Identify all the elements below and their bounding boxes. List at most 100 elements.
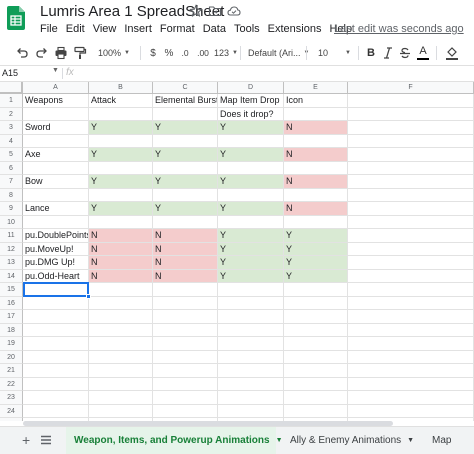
row-header[interactable]: 3 [0, 121, 23, 135]
cell-e19[interactable] [284, 337, 348, 351]
cell-e12[interactable]: Y [284, 242, 348, 256]
cell-b19[interactable] [89, 337, 153, 351]
cell-a10[interactable] [23, 215, 89, 229]
menu-view[interactable]: View [93, 23, 117, 35]
cell-c9[interactable]: Y [153, 202, 218, 216]
cell-e24[interactable] [284, 404, 348, 418]
cell-c6[interactable] [153, 161, 218, 175]
cell-c24[interactable] [153, 404, 218, 418]
cell-d10[interactable] [218, 215, 284, 229]
cell-b16[interactable] [89, 296, 153, 310]
sheet-tab[interactable]: Weapon, Items, and Powerup Animations ▼ [66, 427, 283, 454]
cell-d21[interactable] [218, 364, 284, 378]
cell-a23[interactable] [23, 391, 89, 405]
cell-f22[interactable] [348, 377, 474, 391]
cell-d12[interactable]: Y [218, 242, 284, 256]
cell-b23[interactable] [89, 391, 153, 405]
cell-a19[interactable] [23, 337, 89, 351]
cell-e15[interactable] [284, 283, 348, 297]
cell-b5[interactable]: Y [89, 148, 153, 162]
cell-f19[interactable] [348, 337, 474, 351]
cell-e4[interactable] [284, 134, 348, 148]
cell-b14[interactable]: N [89, 269, 153, 283]
cell-f16[interactable] [348, 296, 474, 310]
column-header-c[interactable]: C [153, 82, 218, 94]
cell-b18[interactable] [89, 323, 153, 337]
cell-a24[interactable] [23, 404, 89, 418]
cell-e13[interactable]: Y [284, 256, 348, 270]
cell-d24[interactable] [218, 404, 284, 418]
cell-c4[interactable] [153, 134, 218, 148]
row-header[interactable]: 15 [0, 283, 23, 297]
sheet-tab[interactable]: Map [424, 427, 474, 454]
cell-c5[interactable]: Y [153, 148, 218, 162]
cell-f3[interactable] [348, 121, 474, 135]
cell-b24[interactable] [89, 404, 153, 418]
row-header[interactable]: 11 [0, 229, 23, 243]
italic-button[interactable] [381, 45, 395, 61]
cell-f5[interactable] [348, 148, 474, 162]
cell-d9[interactable]: Y [218, 202, 284, 216]
cell-e22[interactable] [284, 377, 348, 391]
cell-c21[interactable] [153, 364, 218, 378]
cell-c7[interactable]: Y [153, 175, 218, 189]
cell-d15[interactable] [218, 283, 284, 297]
cell-b1[interactable]: Attack [89, 94, 153, 108]
cell-e9[interactable]: N [284, 202, 348, 216]
cell-b9[interactable]: Y [89, 202, 153, 216]
cell-d6[interactable] [218, 161, 284, 175]
cell-a6[interactable] [23, 161, 89, 175]
cell-d22[interactable] [218, 377, 284, 391]
cell-e23[interactable] [284, 391, 348, 405]
menu-tools[interactable]: Tools [234, 23, 260, 35]
cell-f24[interactable] [348, 404, 474, 418]
cell-f17[interactable] [348, 310, 474, 324]
zoom-select[interactable]: 100% ▼ [98, 45, 130, 61]
all-sheets-icon[interactable] [40, 434, 52, 446]
cell-e5[interactable]: N [284, 148, 348, 162]
cell-d3[interactable]: Y [218, 121, 284, 135]
cell-a5[interactable]: Axe [23, 148, 89, 162]
cell-a3[interactable]: Sword [23, 121, 89, 135]
cell-c17[interactable] [153, 310, 218, 324]
column-header-d[interactable]: D [218, 82, 284, 94]
cell-e7[interactable]: N [284, 175, 348, 189]
bold-button[interactable]: B [364, 45, 378, 61]
cell-e18[interactable] [284, 323, 348, 337]
cell-b2[interactable] [89, 107, 153, 121]
cell-c10[interactable] [153, 215, 218, 229]
cell-f11[interactable] [348, 229, 474, 243]
row-header[interactable]: 8 [0, 188, 23, 202]
cell-f14[interactable] [348, 269, 474, 283]
sheet-tab[interactable]: Ally & Enemy Animations ▼ [282, 427, 418, 454]
font-size-select[interactable]: 10 ▼ [318, 45, 351, 61]
cell-d23[interactable] [218, 391, 284, 405]
cell-a20[interactable] [23, 350, 89, 364]
cell-d4[interactable] [218, 134, 284, 148]
move-folder-icon[interactable] [208, 4, 222, 18]
cell-f12[interactable] [348, 242, 474, 256]
cell-a7[interactable]: Bow [23, 175, 89, 189]
cell-d13[interactable]: Y [218, 256, 284, 270]
row-header[interactable]: 1 [0, 94, 23, 108]
cell-a17[interactable] [23, 310, 89, 324]
cell-a12[interactable]: pu.MoveUp! [23, 242, 89, 256]
strikethrough-button[interactable] [398, 45, 412, 61]
chevron-down-icon[interactable]: ▼ [407, 437, 414, 444]
cell-f23[interactable] [348, 391, 474, 405]
cell-d18[interactable] [218, 323, 284, 337]
cell-e14[interactable]: Y [284, 269, 348, 283]
add-sheet-icon[interactable]: + [22, 432, 30, 448]
cell-a21[interactable] [23, 364, 89, 378]
cell-a2[interactable] [23, 107, 89, 121]
cell-c19[interactable] [153, 337, 218, 351]
row-header[interactable]: 18 [0, 323, 23, 337]
cell-c22[interactable] [153, 377, 218, 391]
cell-d8[interactable] [218, 188, 284, 202]
cell-a8[interactable] [23, 188, 89, 202]
cell-f9[interactable] [348, 202, 474, 216]
menu-file[interactable]: File [40, 23, 58, 35]
star-icon[interactable] [189, 4, 203, 18]
cell-f7[interactable] [348, 175, 474, 189]
cell-a1[interactable]: Weapons [23, 94, 89, 108]
